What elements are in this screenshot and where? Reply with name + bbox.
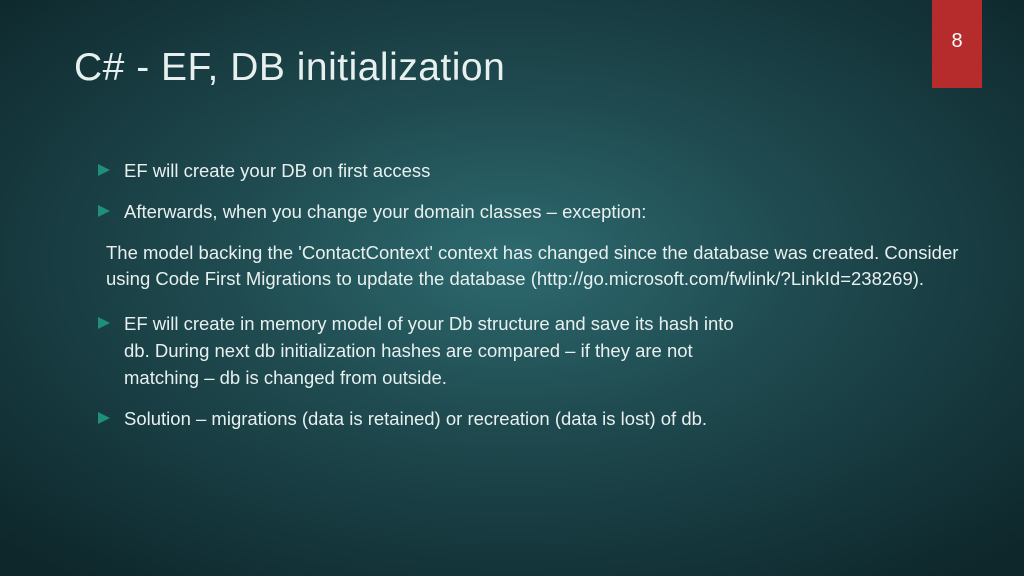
bullet-item: EF will create in memory model of your D… [98, 311, 964, 391]
bullet-text: EF will create your DB on first access [124, 158, 964, 185]
bullet-text: Solution – migrations (data is retained)… [124, 406, 764, 433]
bullet-arrow-icon [98, 164, 110, 176]
exception-message: The model backing the 'ContactContext' c… [106, 240, 964, 294]
bullet-arrow-icon [98, 412, 110, 424]
bullet-arrow-icon [98, 205, 110, 217]
bullet-text: EF will create in memory model of your D… [124, 311, 764, 391]
slide-content: EF will create your DB on first access A… [98, 158, 964, 447]
page-number: 8 [951, 30, 962, 53]
slide-title: C# - EF, DB initialization [74, 46, 505, 90]
bullet-text: Afterwards, when you change your domain … [124, 199, 964, 226]
page-number-tab: 8 [932, 0, 982, 88]
bullet-arrow-icon [98, 317, 110, 329]
bullet-item: EF will create your DB on first access [98, 158, 964, 185]
bullet-item: Afterwards, when you change your domain … [98, 199, 964, 226]
bullet-item: Solution – migrations (data is retained)… [98, 406, 964, 433]
